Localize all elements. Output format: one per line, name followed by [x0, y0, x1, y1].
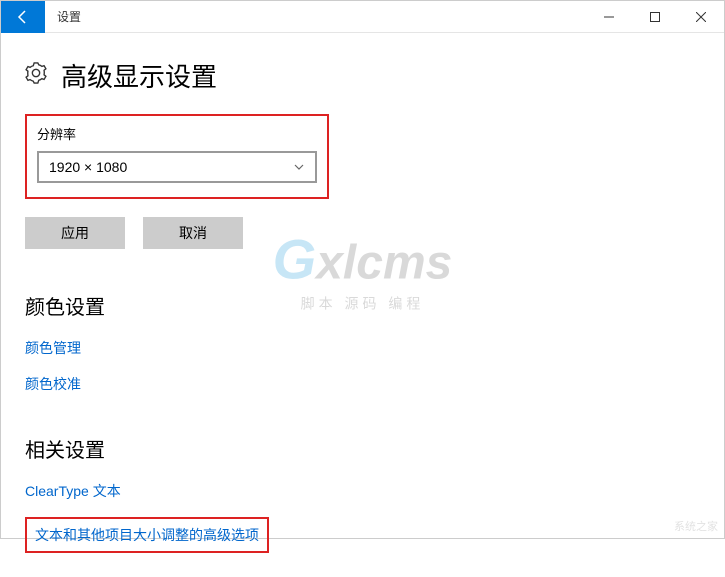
- cleartype-link[interactable]: ClearType 文本: [25, 481, 700, 501]
- resolution-highlight-box: 分辨率 1920 × 1080: [25, 114, 329, 199]
- cancel-button[interactable]: 取消: [143, 217, 243, 249]
- color-calibration-link[interactable]: 颜色校准: [25, 374, 700, 394]
- page-header: 高级显示设置: [25, 57, 700, 94]
- resolution-dropdown[interactable]: 1920 × 1080: [37, 151, 317, 183]
- color-settings-heading: 颜色设置: [25, 291, 700, 320]
- maximize-button[interactable]: [632, 1, 678, 33]
- advanced-sizing-highlight-box: 文本和其他项目大小调整的高级选项: [25, 517, 269, 553]
- page-title: 高级显示设置: [61, 57, 217, 94]
- content-area: 高级显示设置 分辨率 1920 × 1080 应用 取消 颜色设置 颜色管理 颜…: [1, 33, 724, 577]
- resolution-value: 1920 × 1080: [49, 159, 127, 175]
- gear-icon: [25, 62, 47, 89]
- minimize-button[interactable]: [586, 1, 632, 33]
- related-settings-heading: 相关设置: [25, 434, 700, 463]
- minimize-icon: [604, 12, 614, 22]
- back-button[interactable]: [1, 1, 45, 33]
- window-controls: [586, 1, 724, 33]
- maximize-icon: [650, 12, 660, 22]
- close-button[interactable]: [678, 1, 724, 33]
- chevron-down-icon: [293, 161, 305, 173]
- titlebar: 设置: [1, 1, 724, 33]
- window-title: 设置: [57, 8, 81, 25]
- color-management-link[interactable]: 颜色管理: [25, 338, 700, 358]
- back-arrow-icon: [15, 9, 31, 25]
- apply-button[interactable]: 应用: [25, 217, 125, 249]
- advanced-sizing-link[interactable]: 文本和其他项目大小调整的高级选项: [35, 525, 259, 545]
- resolution-label: 分辨率: [37, 124, 317, 143]
- close-icon: [696, 12, 706, 22]
- button-row: 应用 取消: [25, 217, 700, 249]
